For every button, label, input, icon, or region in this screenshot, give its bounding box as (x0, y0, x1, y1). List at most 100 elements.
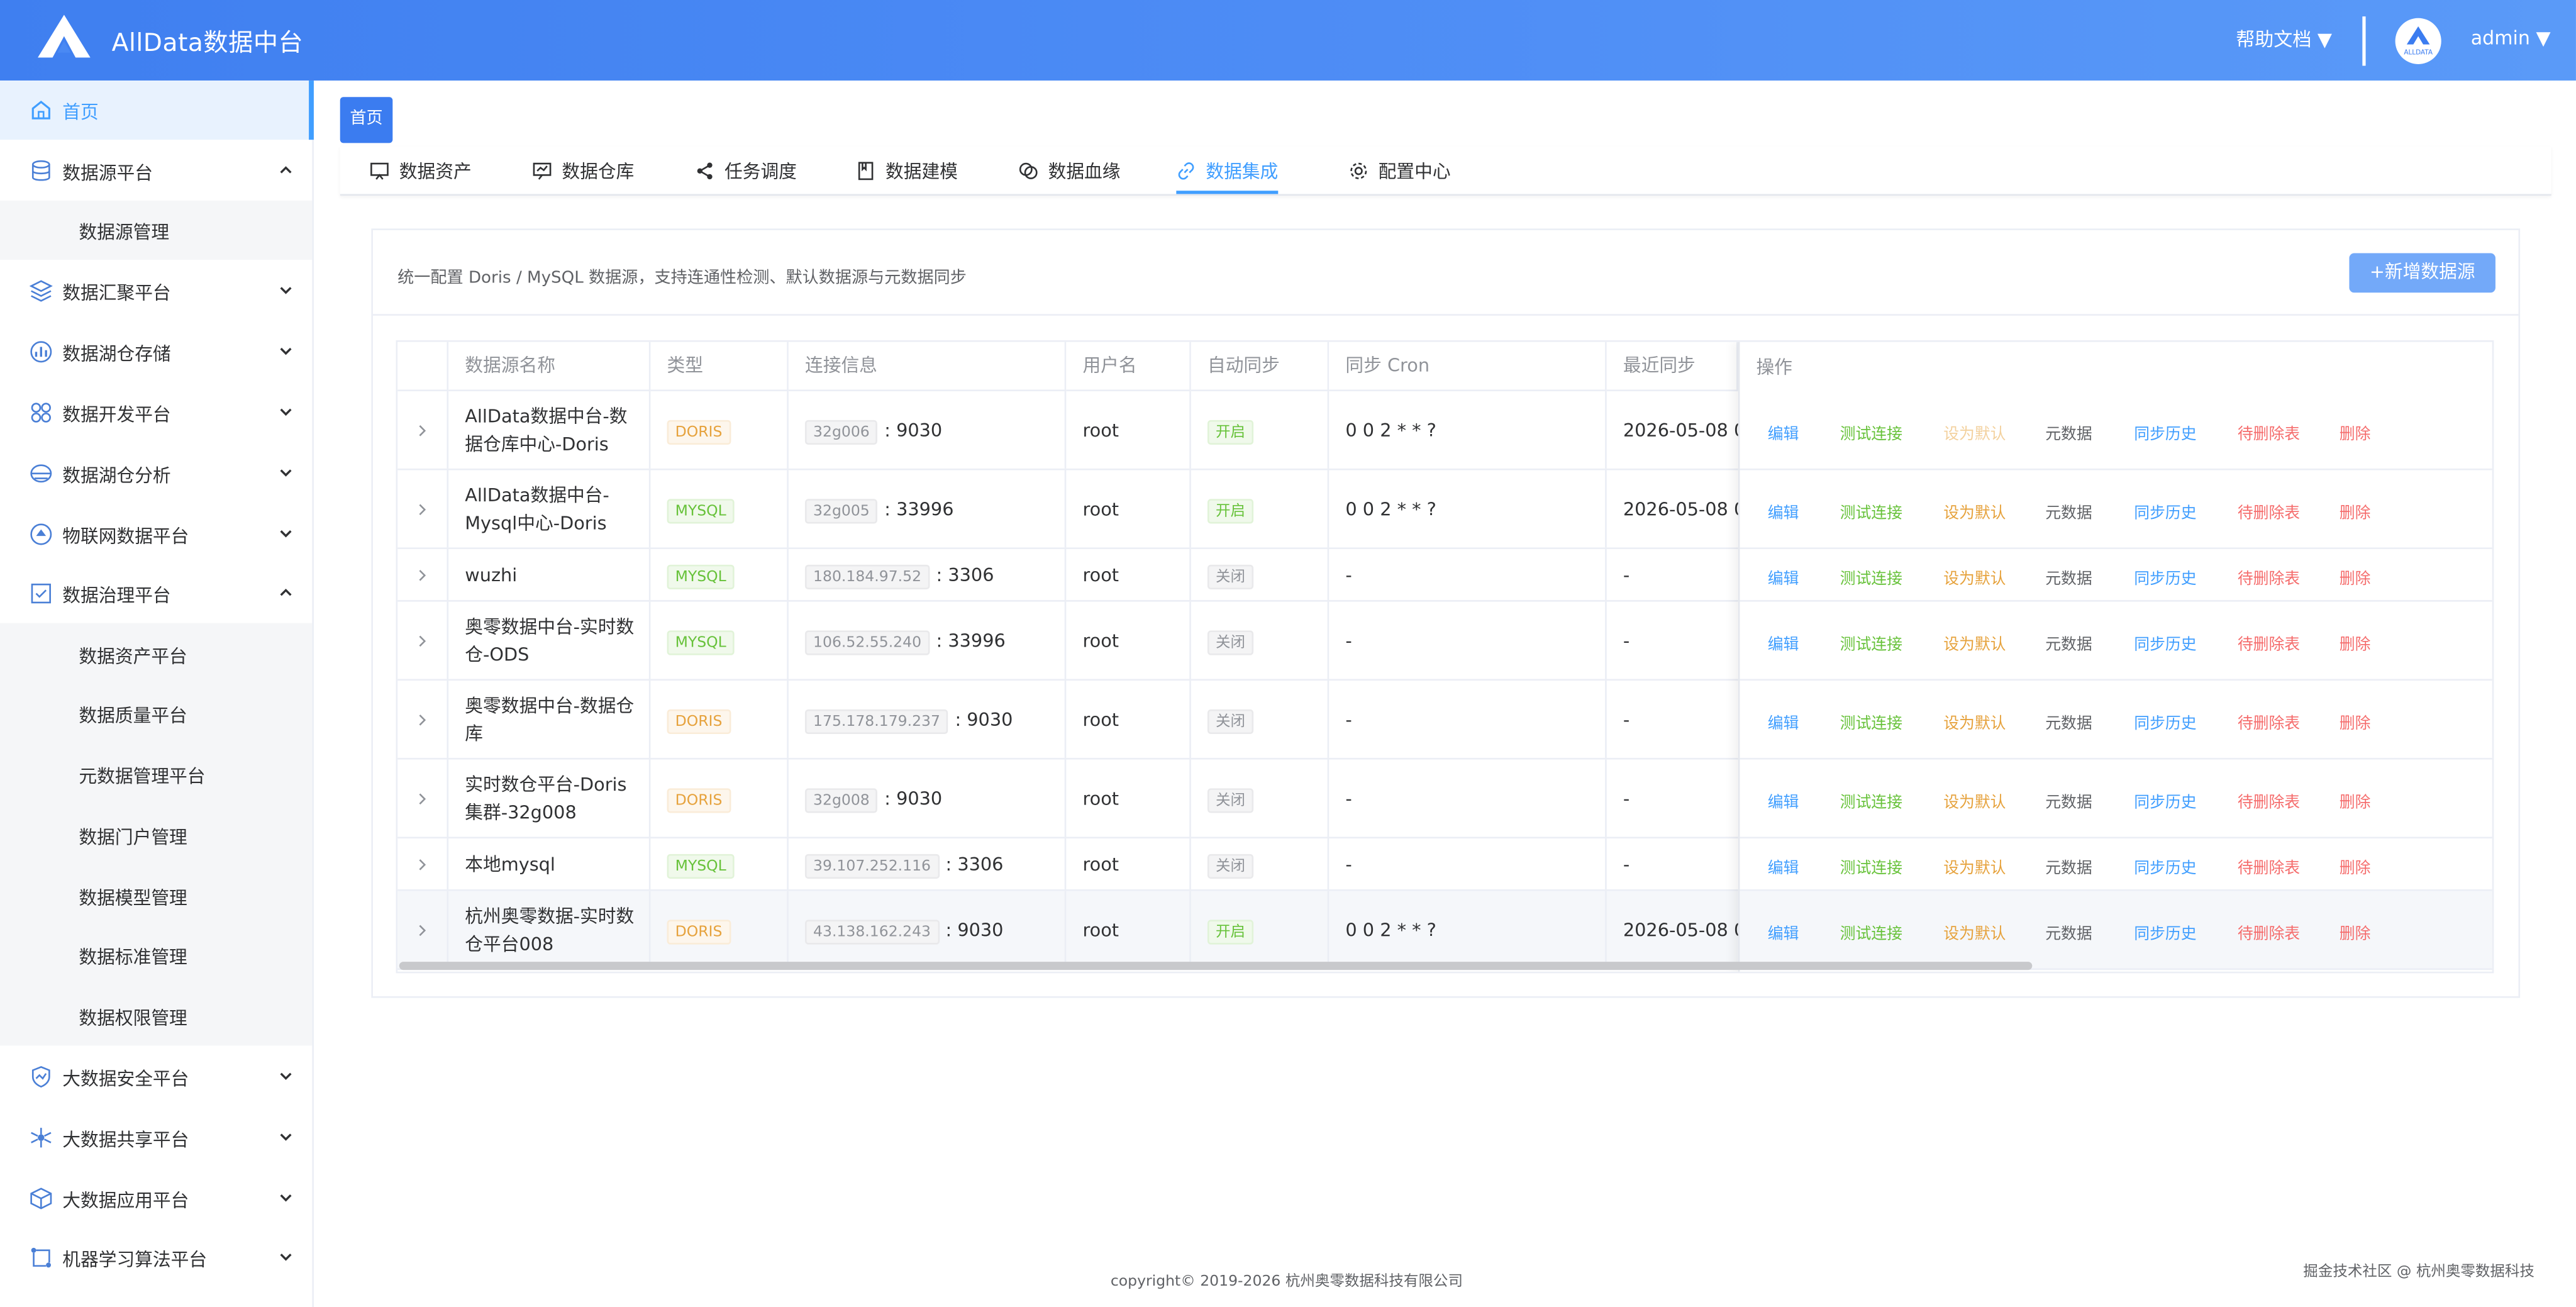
card-description: 统一配置 Doris / MySQL 数据源，支持连通性检测、默认数据源与元数据… (397, 269, 967, 288)
expand-cell[interactable] (397, 470, 449, 548)
sync-status-badge: 开启 (1207, 419, 1254, 444)
expand-cell[interactable] (397, 838, 449, 890)
user-cell: root (1066, 549, 1191, 601)
sidebar-item-quality-platform[interactable]: 数据质量平台 (0, 684, 312, 743)
sidebar-item-data-collection[interactable]: 数据汇聚平台 (0, 262, 312, 321)
tab-data-modeling[interactable]: 数据建模 (856, 158, 958, 194)
sidebar-item-standard-manage[interactable]: 数据标准管理 (0, 926, 312, 985)
type-badge: DORIS (667, 419, 731, 444)
type-cell: MYSQL (650, 470, 789, 548)
chevron-down-icon (280, 287, 292, 294)
type-cell: DORIS (650, 681, 789, 758)
tab-task-schedule[interactable]: 任务调度 (695, 158, 797, 194)
sync-status-badge: 开启 (1207, 919, 1254, 944)
tab-config-center[interactable]: 配置中心 (1349, 158, 1451, 194)
user-cell: root (1066, 891, 1191, 969)
expand-cell[interactable] (397, 759, 449, 837)
cron-cell: - (1329, 549, 1607, 601)
host-tag: 32g008 (804, 787, 878, 813)
svg-text:ALLDATA: ALLDATA (2404, 48, 2433, 56)
home-icon (31, 101, 50, 120)
last-sync-cell: 2026-05-08 02 (1623, 919, 1738, 941)
type-badge: MYSQL (667, 564, 735, 589)
type-badge: MYSQL (667, 853, 735, 878)
type-cell: MYSQL (650, 838, 789, 890)
lineage-icon (1019, 162, 1038, 179)
sidebar-item-ml-platform[interactable]: 机器学习算法平台 (0, 1228, 312, 1288)
sidebar-item-asset-platform[interactable]: 数据资产平台 (0, 625, 312, 684)
datasource-table: 数据源名称 类型 连接信息 用户名 自动同步 同步 Cron 最近同步 AllData数据中台… (396, 340, 2494, 974)
cron-cell: - (1329, 759, 1607, 837)
top-header: AllData数据中台 帮助文档 ▼ ALLDATA admin ▼ (0, 0, 2576, 81)
sidebar-item-datasource-platform[interactable]: 数据源平台 (0, 142, 312, 201)
conn-cell: 39.107.252.116: 3306 (789, 838, 1067, 890)
host-tag: 32g006 (804, 419, 878, 444)
conn-cell: 106.52.55.240: 33996 (789, 601, 1067, 679)
name-cell: 奥零数据中台-实时数仓-ODS (448, 601, 651, 679)
expand-cell[interactable] (397, 891, 449, 969)
expand-cell[interactable] (397, 601, 449, 679)
chevron-right-icon (419, 635, 426, 646)
sidebar-item-share-platform[interactable]: 大数据共享平台 (0, 1108, 312, 1167)
expand-cell[interactable] (397, 549, 449, 601)
sidebar-item-security-platform[interactable]: 大数据安全平台 (0, 1047, 312, 1106)
watermark: 掘金技术社区 @ 杭州奥零数据科技 (2303, 1264, 2534, 1281)
tab-data-warehouse[interactable]: 数据仓库 (532, 158, 634, 194)
name-cell: 奥零数据中台-数据仓库 (448, 681, 651, 758)
tab-data-integration[interactable]: 数据集成 (1176, 158, 1279, 194)
sidebar-item-permission-manage[interactable]: 数据权限管理 (0, 986, 312, 1045)
checklist-icon (31, 583, 51, 604)
cron-cell: 0 0 2 * * ? (1329, 391, 1607, 469)
header-divider (2362, 16, 2366, 66)
expand-cell[interactable] (397, 681, 449, 758)
expand-cell[interactable] (397, 391, 449, 469)
type-badge: MYSQL (667, 498, 735, 523)
presentation-icon (533, 162, 552, 180)
th-cron: 同步 Cron (1329, 342, 1607, 392)
user-menu[interactable]: admin ▼ (2471, 26, 2551, 50)
last-sync-cell: 2026-05-08 02 (1623, 498, 1738, 520)
monitor-icon (370, 162, 389, 180)
help-docs-menu[interactable]: 帮助文档 ▼ (2236, 26, 2332, 53)
chevron-right-icon (419, 503, 426, 514)
caret-down-icon: ▼ (2536, 26, 2551, 50)
sidebar-item-portal-manage[interactable]: 数据门户管理 (0, 806, 312, 865)
cron-cell: - (1329, 601, 1607, 679)
sidebar-item-home[interactable]: 首页 (0, 81, 314, 140)
type-cell: DORIS (650, 891, 789, 969)
last-sync-cell: - (1623, 853, 1630, 875)
alldata-logo-icon (38, 14, 91, 58)
sidebar-item-model-manage[interactable]: 数据模型管理 (0, 866, 312, 925)
th-sync: 自动同步 (1191, 342, 1330, 392)
sidebar-item-lakehouse-storage[interactable]: 数据湖仓存储 (0, 322, 312, 381)
sidebar-item-application-platform[interactable]: 大数据应用平台 (0, 1169, 312, 1228)
sync-cell: 关闭 (1191, 759, 1330, 837)
user-cell: root (1066, 838, 1191, 890)
host-tag: 43.138.162.243 (804, 919, 940, 944)
chevron-down-icon (280, 347, 292, 355)
sidebar-item-governance-platform[interactable]: 数据治理平台 (0, 564, 312, 623)
sidebar-item-metadata-platform[interactable]: 元数据管理平台 (0, 745, 312, 804)
sidebar: 首页 数据源平台 数据源管理 数据汇聚平台 数据湖仓存储 数据开发平台 数据湖仓… (0, 81, 314, 1307)
chevron-right-icon (419, 713, 426, 725)
avatar[interactable]: ALLDATA (2395, 18, 2441, 64)
th-last: 最近同步 (1606, 342, 1738, 392)
sidebar-item-iot-platform[interactable]: 物联网数据平台 (0, 504, 312, 564)
host-tag: 32g005 (804, 498, 878, 523)
add-datasource-button[interactable]: +新增数据源 (2349, 253, 2496, 293)
chevron-right-icon (419, 858, 426, 870)
table-horizontal-scrollbar[interactable] (399, 962, 2033, 971)
sync-cell: 开启 (1191, 470, 1330, 548)
tab-data-lineage[interactable]: 数据血缘 (1019, 158, 1121, 194)
copyright: copyright© 2019-2026 杭州奥零数据科技有限公司 (1110, 1274, 1463, 1291)
tab-data-assets[interactable]: 数据资产 (370, 158, 472, 194)
sidebar-item-lakehouse-analysis[interactable]: 数据湖仓分析 (0, 444, 312, 503)
sync-cell: 关闭 (1191, 681, 1330, 758)
user-cell: root (1066, 470, 1191, 548)
sidebar-item-dev-platform[interactable]: 数据开发平台 (0, 383, 312, 442)
user-cell: root (1066, 391, 1191, 469)
conn-cell: 32g006: 9030 (789, 391, 1067, 469)
tag-home[interactable]: 首页 (340, 97, 393, 143)
sidebar-item-datasource-manage[interactable]: 数据源管理 (0, 201, 312, 260)
network-icon (31, 1128, 52, 1148)
